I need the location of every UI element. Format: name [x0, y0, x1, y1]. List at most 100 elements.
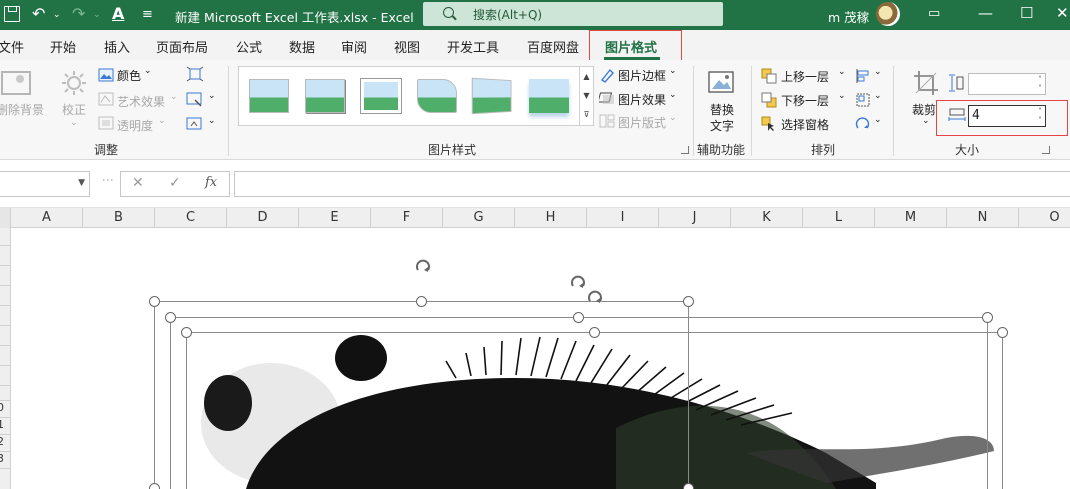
bring-forward-button[interactable]: 上移一层 — [781, 68, 829, 85]
tab-file[interactable]: 文件 — [0, 37, 24, 56]
change-picture-icon[interactable] — [186, 91, 204, 107]
row-header[interactable]: 0 — [0, 401, 4, 414]
tab-developer[interactable]: 开发工具 — [447, 37, 499, 56]
reset-picture-icon[interactable] — [186, 116, 204, 132]
picture-border-button[interactable]: 图片边框 — [618, 67, 666, 84]
column-header[interactable]: O — [1019, 208, 1070, 228]
ribbon-display-options-icon[interactable]: ▭ — [928, 6, 940, 21]
resize-handle[interactable] — [149, 483, 160, 489]
resize-handle[interactable] — [149, 296, 160, 307]
rotate-handle-icon[interactable] — [586, 289, 604, 307]
column-header[interactable]: M — [875, 208, 947, 228]
picture-style-6[interactable] — [529, 79, 569, 113]
gallery-scroll-up-icon[interactable]: ▲ — [580, 67, 593, 86]
column-header[interactable]: L — [803, 208, 875, 228]
row-header[interactable]: 3 — [0, 452, 4, 465]
column-header[interactable]: N — [947, 208, 1019, 228]
rotate-handle-icon[interactable] — [569, 274, 587, 292]
tab-baidu-netdisk[interactable]: 百度网盘 — [527, 37, 579, 56]
row-header[interactable]: 1 — [0, 418, 4, 431]
insert-function-button[interactable]: fx — [205, 175, 217, 190]
color-button[interactable]: 颜色 — [117, 67, 141, 84]
picture-style-2[interactable] — [305, 79, 345, 113]
column-header[interactable]: H — [515, 208, 587, 228]
cancel-formula-button[interactable]: ✕ — [132, 175, 144, 191]
search-box[interactable]: 搜索(Alt+Q) — [423, 2, 723, 26]
column-header[interactable]: K — [731, 208, 803, 228]
name-box[interactable]: ▼ — [0, 171, 90, 197]
picture-style-3[interactable] — [360, 78, 402, 114]
column-header[interactable]: G — [443, 208, 515, 228]
color-dropdown-icon[interactable]: ⌄ — [144, 66, 152, 76]
tab-insert[interactable]: 插入 — [104, 37, 130, 56]
user-name[interactable]: m 茂稼 — [828, 7, 869, 26]
picture-styles-dialog-launcher-icon[interactable] — [681, 146, 689, 154]
column-header[interactable]: C — [155, 208, 227, 228]
column-header[interactable]: E — [299, 208, 371, 228]
resize-handle[interactable] — [683, 296, 694, 307]
picture-effects-dropdown-icon[interactable]: ⌄ — [669, 90, 677, 100]
close-icon[interactable]: ✕ — [1056, 4, 1069, 22]
compress-pictures-icon[interactable] — [186, 66, 204, 82]
formula-bar-resize-handle[interactable]: ⋮ — [101, 174, 115, 185]
size-dialog-launcher-icon[interactable] — [1042, 146, 1050, 154]
customize-quick-access-icon[interactable]: ≡ — [142, 7, 153, 22]
picture-style-4[interactable] — [417, 79, 457, 113]
column-header[interactable]: D — [227, 208, 299, 228]
crop-dropdown-icon[interactable]: ⌄ — [922, 116, 930, 126]
resize-handle[interactable] — [416, 296, 427, 307]
resize-handle[interactable] — [165, 312, 176, 323]
enter-formula-button[interactable]: ✓ — [169, 175, 181, 191]
bring-forward-dropdown-icon[interactable]: ⌄ — [838, 67, 846, 77]
column-header[interactable]: I — [587, 208, 659, 228]
send-backward-button[interactable]: 下移一层 — [781, 92, 829, 109]
reset-picture-dropdown-icon[interactable]: ⌄ — [208, 116, 216, 126]
height-spinner-icon[interactable]: ˄ ˅ — [1038, 75, 1042, 93]
picture-styles-gallery[interactable]: ▲ ▼ ⊽ — [238, 66, 594, 126]
resize-handle[interactable] — [997, 327, 1008, 338]
rotate-dropdown-icon[interactable]: ⌄ — [874, 115, 882, 125]
resize-handle[interactable] — [683, 483, 694, 489]
tab-review[interactable]: 审阅 — [341, 37, 367, 56]
picture-border-dropdown-icon[interactable]: ⌄ — [669, 66, 677, 76]
undo-dropdown-icon[interactable]: ⌄ — [53, 10, 61, 20]
column-header[interactable]: B — [83, 208, 155, 228]
rotate-icon[interactable] — [855, 116, 871, 132]
selection-pane-button[interactable]: 选择窗格 — [781, 116, 829, 133]
alt-text-label-line1[interactable]: 替换 — [710, 101, 734, 118]
column-header[interactable]: J — [659, 208, 731, 228]
tab-page-layout[interactable]: 页面布局 — [156, 37, 208, 56]
undo-icon[interactable]: ↶ — [32, 4, 45, 23]
avatar[interactable] — [876, 2, 900, 26]
align-icon[interactable] — [855, 68, 871, 84]
resize-handle[interactable] — [181, 327, 192, 338]
picture-effects-button[interactable]: 图片效果 — [618, 91, 666, 108]
alt-text-label-line2[interactable]: 文字 — [710, 117, 734, 134]
maximize-icon[interactable]: ☐ — [1020, 4, 1033, 22]
name-box-dropdown-icon[interactable]: ▼ — [78, 178, 85, 188]
change-picture-dropdown-icon[interactable]: ⌄ — [208, 91, 216, 101]
font-color-icon[interactable]: A — [112, 4, 124, 23]
tab-view[interactable]: 视图 — [394, 37, 420, 56]
tab-data[interactable]: 数据 — [289, 37, 315, 56]
height-input[interactable]: ˄ ˅ — [968, 73, 1046, 95]
resize-handle[interactable] — [573, 312, 584, 323]
minimize-icon[interactable]: — — [978, 4, 993, 22]
group-objects-icon[interactable] — [855, 92, 871, 108]
picture-style-5[interactable] — [471, 77, 512, 115]
gallery-more-icon[interactable]: ⊽ — [580, 105, 593, 124]
send-backward-dropdown-icon[interactable]: ⌄ — [838, 91, 846, 101]
resize-handle[interactable] — [982, 312, 993, 323]
row-header[interactable]: 2 — [0, 435, 4, 448]
column-header[interactable]: A — [11, 208, 83, 228]
tab-formulas[interactable]: 公式 — [236, 37, 262, 56]
group-objects-dropdown-icon[interactable]: ⌄ — [874, 91, 882, 101]
rotate-handle-icon[interactable] — [414, 258, 432, 276]
gallery-scroll-down-icon[interactable]: ▼ — [580, 86, 593, 105]
tab-home[interactable]: 开始 — [50, 37, 76, 56]
column-header[interactable]: F — [371, 208, 443, 228]
picture-style-1[interactable] — [249, 79, 289, 113]
select-all-corner[interactable] — [0, 208, 11, 228]
resize-handle[interactable] — [589, 327, 600, 338]
formula-input[interactable] — [234, 171, 1070, 197]
